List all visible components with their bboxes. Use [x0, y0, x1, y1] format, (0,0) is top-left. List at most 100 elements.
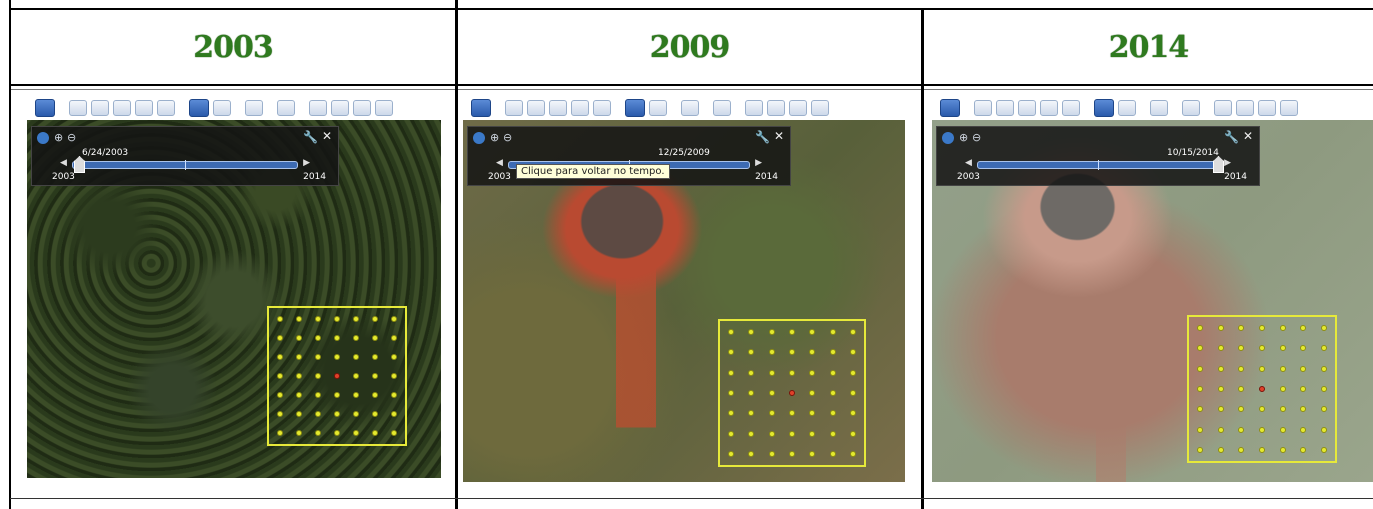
- center-sample-point: [789, 390, 795, 396]
- record-tour-icon[interactable]: [157, 100, 175, 116]
- polygon-icon[interactable]: [996, 100, 1014, 116]
- step-forward-icon[interactable]: ▶: [1224, 158, 1231, 168]
- overlay-icon[interactable]: [135, 100, 153, 116]
- sample-point: [391, 392, 397, 398]
- maps-icon[interactable]: [811, 100, 829, 116]
- sample-point: [1321, 325, 1327, 331]
- ruler-icon[interactable]: [277, 100, 295, 116]
- slider-track[interactable]: [977, 160, 1219, 170]
- save-image-icon[interactable]: [353, 100, 371, 116]
- historical-imagery-icon[interactable]: [1094, 99, 1114, 117]
- slider-thumb[interactable]: [1213, 156, 1224, 173]
- sidebar-icon[interactable]: [940, 99, 960, 117]
- sidebar-icon[interactable]: [471, 99, 491, 117]
- print-icon[interactable]: [767, 100, 785, 116]
- sunlight-icon[interactable]: [1118, 100, 1136, 116]
- placemark-icon[interactable]: [974, 100, 992, 116]
- sample-point: [1321, 365, 1327, 372]
- ruler-icon[interactable]: [713, 100, 731, 116]
- sample-point: [1238, 406, 1245, 413]
- sunlight-icon[interactable]: [649, 100, 667, 116]
- play-icon[interactable]: [473, 132, 485, 144]
- close-icon[interactable]: ✕: [322, 129, 332, 143]
- zoom-in-icon[interactable]: ⊕: [54, 132, 63, 144]
- step-back-icon[interactable]: ◀: [965, 158, 972, 168]
- sample-point: [1217, 406, 1224, 413]
- print-icon[interactable]: [1236, 100, 1254, 116]
- close-icon[interactable]: ✕: [1243, 129, 1253, 143]
- placemark-icon[interactable]: [505, 100, 523, 116]
- planets-icon[interactable]: [245, 100, 263, 116]
- path-icon[interactable]: [549, 100, 567, 116]
- polygon-icon[interactable]: [527, 100, 545, 116]
- close-icon[interactable]: ✕: [774, 129, 784, 143]
- record-tour-icon[interactable]: [1062, 100, 1080, 116]
- path-icon[interactable]: [113, 100, 131, 116]
- sample-point: [1259, 426, 1265, 433]
- polygon-icon[interactable]: [91, 100, 109, 116]
- sample-point: [1217, 386, 1224, 392]
- sample-point: [768, 451, 775, 457]
- overlay-icon[interactable]: [1040, 100, 1058, 116]
- sample-point: [1321, 447, 1327, 453]
- sample-point: [277, 430, 283, 436]
- step-forward-icon[interactable]: ▶: [755, 158, 762, 168]
- sample-point: [372, 411, 378, 417]
- zoom-in-icon[interactable]: ⊕: [490, 132, 499, 144]
- save-image-icon[interactable]: [789, 100, 807, 116]
- sample-point: [1238, 447, 1245, 453]
- column-header-2003: 2003: [11, 11, 455, 84]
- sample-point: [1197, 447, 1203, 453]
- wrench-icon[interactable]: 🔧: [755, 130, 770, 144]
- wrench-icon[interactable]: 🔧: [1224, 130, 1239, 144]
- sample-point: [1259, 447, 1265, 453]
- email-icon[interactable]: [309, 100, 327, 116]
- sample-point: [1321, 345, 1327, 352]
- sample-point: [296, 411, 302, 417]
- placemark-icon[interactable]: [69, 100, 87, 116]
- path-icon[interactable]: [1018, 100, 1036, 116]
- slider-start-year: 2003: [488, 172, 511, 182]
- sample-point: [829, 451, 836, 457]
- zoom-in-icon[interactable]: ⊕: [959, 132, 968, 144]
- ruler-icon[interactable]: [1182, 100, 1200, 116]
- step-back-icon[interactable]: ◀: [60, 158, 67, 168]
- sample-point: [315, 411, 321, 417]
- print-icon[interactable]: [331, 100, 349, 116]
- sidebar-icon[interactable]: [35, 99, 55, 117]
- slider-thumb[interactable]: [74, 156, 85, 173]
- planets-icon[interactable]: [681, 100, 699, 116]
- slider-track[interactable]: [72, 160, 298, 170]
- historical-imagery-icon[interactable]: [189, 99, 209, 117]
- sunlight-icon[interactable]: [213, 100, 231, 116]
- email-icon[interactable]: [1214, 100, 1232, 116]
- sample-point: [315, 335, 321, 341]
- sample-point: [829, 349, 836, 356]
- overlay-icon[interactable]: [571, 100, 589, 116]
- play-icon[interactable]: [942, 132, 954, 144]
- zoom-out-icon[interactable]: ⊖: [67, 132, 76, 144]
- planets-icon[interactable]: [1150, 100, 1168, 116]
- maps-icon[interactable]: [1280, 100, 1298, 116]
- sample-point: [768, 349, 775, 356]
- record-tour-icon[interactable]: [593, 100, 611, 116]
- sample-point: [315, 430, 321, 436]
- email-icon[interactable]: [745, 100, 763, 116]
- sample-point: [1321, 406, 1327, 413]
- step-forward-icon[interactable]: ▶: [303, 158, 310, 168]
- play-icon[interactable]: [37, 132, 49, 144]
- historical-imagery-icon[interactable]: [625, 99, 645, 117]
- sample-point: [1238, 386, 1245, 392]
- maps-icon[interactable]: [375, 100, 393, 116]
- zoom-out-icon[interactable]: ⊖: [503, 132, 512, 144]
- sample-point: [1197, 365, 1203, 372]
- sample-point: [1279, 386, 1286, 392]
- step-back-icon[interactable]: ◀: [496, 158, 503, 168]
- zoom-out-icon[interactable]: ⊖: [972, 132, 981, 144]
- sample-point: [296, 316, 302, 322]
- sample-point: [1217, 426, 1224, 433]
- sample-point: [1217, 447, 1224, 453]
- save-image-icon[interactable]: [1258, 100, 1276, 116]
- sample-point: [728, 329, 734, 335]
- wrench-icon[interactable]: 🔧: [303, 130, 318, 144]
